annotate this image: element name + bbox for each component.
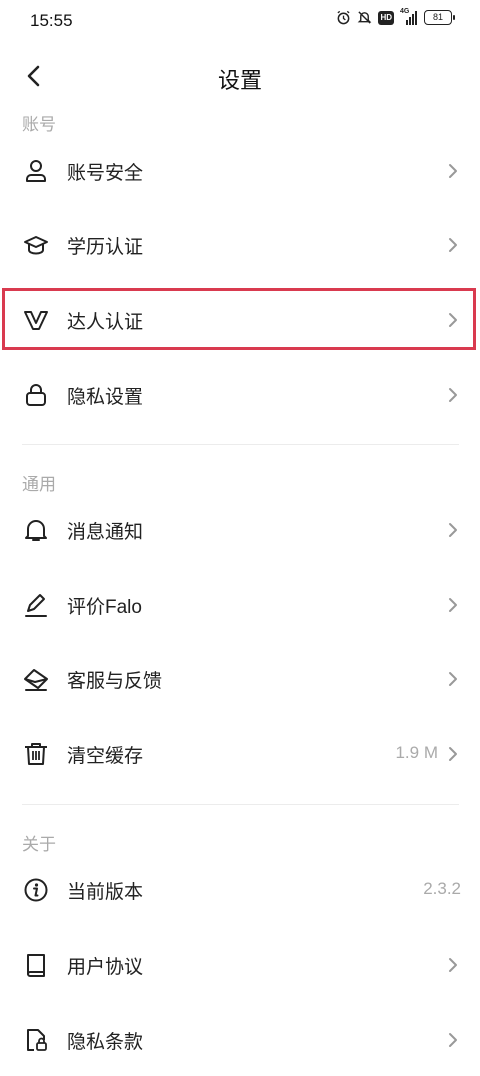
bell-icon (25, 520, 47, 541)
row-label: 用户协议 (67, 957, 144, 978)
header: 设置 (0, 52, 480, 100)
row-feedback[interactable]: 客服与反馈 (0, 641, 480, 715)
envelope-icon (24, 669, 48, 691)
row-account-security[interactable]: 账号安全 (0, 133, 480, 207)
row-label: 隐私设置 (67, 387, 144, 408)
info-icon (24, 878, 48, 902)
hd-icon: HD (378, 10, 394, 25)
trash-icon (25, 743, 47, 765)
row-privacy-policy[interactable]: 隐私条款 (0, 1002, 480, 1076)
row-rate-app[interactable]: 评价Falo (0, 567, 480, 641)
graduation-cap-icon (24, 236, 48, 255)
row-label: 达人认证 (67, 312, 144, 333)
chevron-right-icon (449, 238, 457, 252)
section-header-account: 账号 (22, 115, 56, 134)
row-notifications[interactable]: 消息通知 (0, 492, 480, 566)
chevron-right-icon (449, 313, 457, 327)
network-type: 4G (400, 7, 410, 15)
row-expert-verification[interactable]: 达人认证 (0, 282, 480, 356)
status-time: 15:55 (30, 11, 73, 30)
page-title: 设置 (217, 68, 262, 93)
chevron-right-icon (449, 958, 457, 972)
chevron-right-icon (449, 598, 457, 612)
chevron-right-icon (449, 747, 457, 761)
battery-icon: 81 (424, 10, 455, 25)
chevron-right-icon (449, 672, 457, 686)
row-privacy-settings[interactable]: 隐私设置 (0, 357, 480, 431)
chevron-right-icon (449, 523, 457, 537)
chevron-right-icon (449, 1033, 457, 1047)
row-label: 消息通知 (67, 522, 144, 543)
row-label: 隐私条款 (67, 1032, 144, 1053)
divider (22, 804, 459, 805)
status-bar: 15:55 HD 4G 81 (0, 0, 480, 42)
row-label: 学历认证 (67, 237, 144, 258)
alarm-icon (337, 10, 350, 25)
row-education[interactable]: 学历认证 (0, 207, 480, 281)
row-user-agreement[interactable]: 用户协议 (0, 927, 480, 1001)
book-icon (27, 954, 45, 977)
mute-bell-icon (358, 11, 372, 24)
version-value: 2.3.2 (423, 879, 461, 898)
v-badge-icon (24, 311, 48, 330)
chevron-right-icon (449, 164, 457, 178)
row-label: 当前版本 (67, 882, 144, 903)
lock-icon (26, 384, 46, 406)
row-current-version: 当前版本 2.3.2 (0, 852, 480, 926)
chevron-right-icon (449, 388, 457, 402)
document-lock-icon (27, 1029, 47, 1051)
status-icons: HD 4G 81 (336, 7, 455, 25)
signal-icon: 4G (400, 7, 418, 25)
cache-size-value: 1.9 M (395, 743, 438, 762)
row-label: 清空缓存 (67, 746, 144, 767)
row-label: 评价Falo (67, 597, 142, 618)
row-clear-cache[interactable]: 清空缓存 1.9 M (0, 716, 480, 790)
row-label: 客服与反馈 (67, 671, 163, 692)
row-label: 账号安全 (67, 163, 144, 184)
divider (22, 444, 459, 445)
pen-icon (25, 594, 47, 617)
person-icon (26, 160, 46, 182)
